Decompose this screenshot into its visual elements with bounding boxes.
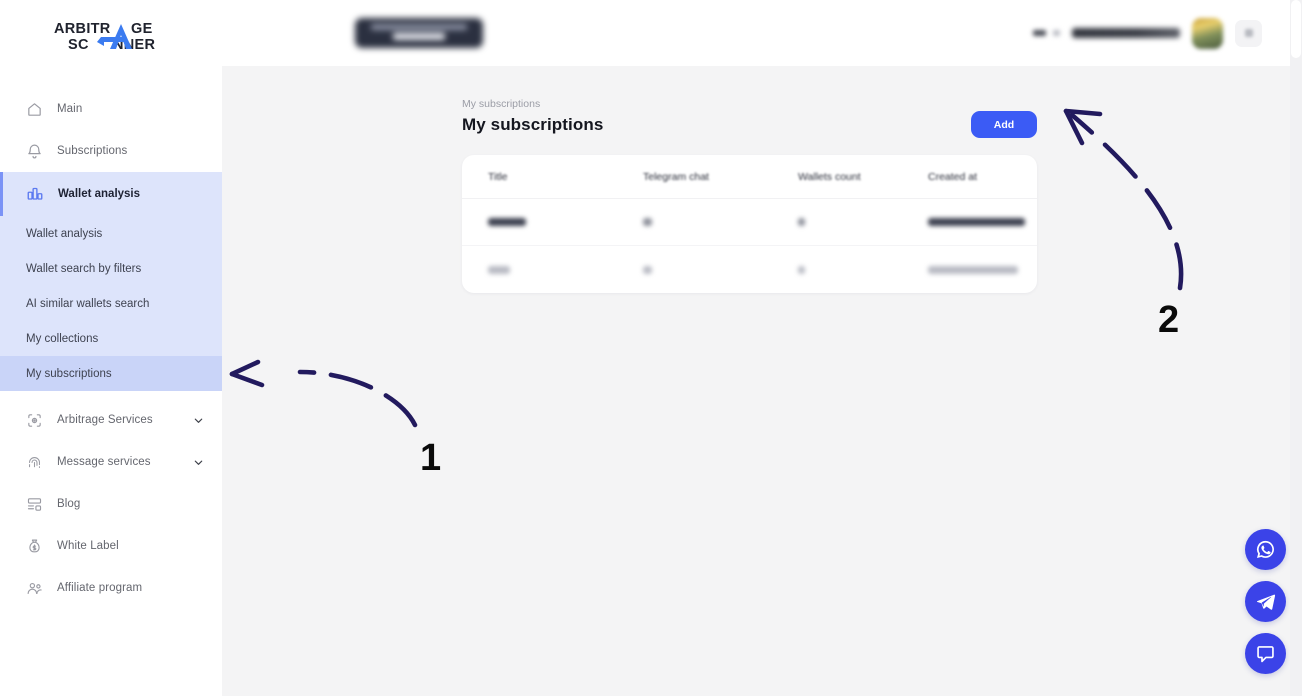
- sidebar-item-white-label[interactable]: White Label: [0, 525, 222, 567]
- sidebar-group-wallet-analysis: Wallet analysis Wallet analysis Wallet s…: [0, 172, 222, 391]
- sidebar-item-label: Subscriptions: [57, 145, 128, 157]
- cell-telegram-chat: [643, 265, 798, 274]
- floating-action-buttons: [1245, 529, 1286, 674]
- add-button[interactable]: Add: [971, 111, 1037, 138]
- cell-created-at: [928, 265, 1037, 274]
- whatsapp-icon: [1256, 540, 1274, 558]
- sidebar-subitem-my-collections[interactable]: My collections: [0, 321, 222, 356]
- sidebar: ARBITR GE SC NNER Main Subscriptions Wal…: [0, 0, 222, 696]
- sidebar-item-label: Affiliate program: [57, 582, 143, 594]
- cell-title: [488, 265, 643, 274]
- cell-wallets-count: [798, 265, 928, 274]
- telegram-icon: [1256, 594, 1276, 610]
- sidebar-subitem-label: AI similar wallets search: [26, 297, 150, 310]
- cell-telegram-chat: [643, 218, 798, 226]
- sidebar-item-message-services[interactable]: Message services: [0, 441, 222, 483]
- sidebar-item-label: Message services: [57, 456, 151, 468]
- table-header-row: Title Telegram chat Wallets count Create…: [462, 155, 1037, 199]
- fingerprint-icon: [26, 454, 43, 471]
- cell-created-at: [928, 218, 1037, 226]
- column-header-created-at: Created at: [928, 170, 978, 183]
- svg-text:GE: GE: [131, 21, 153, 37]
- home-icon: [26, 101, 43, 118]
- svg-text:SC: SC: [68, 37, 89, 53]
- sidebar-subitem-wallet-analysis[interactable]: Wallet analysis: [0, 216, 222, 251]
- language-selector[interactable]: [1033, 30, 1060, 36]
- username-redacted[interactable]: [1072, 28, 1180, 38]
- cell-wallets-count: [798, 218, 928, 226]
- column-header-wallets-count: Wallets count: [798, 170, 861, 183]
- column-header-telegram-chat: Telegram chat: [643, 170, 709, 183]
- top-bar: [222, 0, 1302, 66]
- telegram-fab[interactable]: [1245, 581, 1286, 622]
- sidebar-group-label: Wallet analysis: [58, 188, 141, 200]
- sidebar-item-label: White Label: [57, 540, 119, 552]
- table-row[interactable]: [462, 199, 1037, 246]
- sidebar-item-label: Arbitrage Services: [57, 414, 153, 426]
- sidebar-subitem-label: Wallet analysis: [26, 227, 103, 240]
- logo[interactable]: ARBITR GE SC NNER: [0, 0, 222, 72]
- top-bar-right: [1033, 17, 1262, 49]
- page-header: My subscriptions My subscriptions Add: [462, 98, 1037, 138]
- scan-eye-icon: [26, 412, 43, 429]
- chevron-down-icon[interactable]: [193, 457, 204, 468]
- chevron-down-icon[interactable]: [193, 415, 204, 426]
- page-title: My subscriptions: [462, 115, 604, 134]
- avatar[interactable]: [1192, 17, 1223, 49]
- chat-bubble-icon: [1257, 646, 1274, 663]
- sidebar-subitem-wallet-search-by-filters[interactable]: Wallet search by filters: [0, 251, 222, 286]
- logo-icon: ARBITR GE SC NNER: [54, 21, 155, 53]
- sidebar-item-blog[interactable]: Blog: [0, 483, 222, 525]
- sidebar-nav: Main Subscriptions Wallet analysis Walle…: [0, 72, 222, 609]
- sidebar-subitem-label: Wallet search by filters: [26, 262, 142, 275]
- cell-title: [488, 218, 643, 226]
- scrollbar-thumb[interactable]: [1291, 0, 1301, 58]
- money-bag-icon: [26, 538, 43, 555]
- sidebar-item-arbitrage-services[interactable]: Arbitrage Services: [0, 399, 222, 441]
- page-content: My subscriptions My subscriptions Add Ti…: [222, 66, 1302, 293]
- sidebar-item-subscriptions[interactable]: Subscriptions: [0, 130, 222, 172]
- sidebar-item-affiliate-program[interactable]: Affiliate program: [0, 567, 222, 609]
- scrollbar-track[interactable]: [1290, 0, 1302, 696]
- subscriptions-table-card: Title Telegram chat Wallets count Create…: [462, 155, 1037, 293]
- bar-chart-icon: [26, 184, 44, 205]
- users-icon: [26, 580, 43, 597]
- sidebar-subitem-ai-similar-wallets-search[interactable]: AI similar wallets search: [0, 286, 222, 321]
- top-bar-action-button[interactable]: [1235, 19, 1262, 47]
- sidebar-subitem-my-subscriptions[interactable]: My subscriptions: [0, 356, 222, 391]
- chat-fab[interactable]: [1245, 633, 1286, 674]
- sidebar-item-main[interactable]: Main: [0, 88, 222, 130]
- sidebar-subitem-label: My subscriptions: [26, 367, 112, 380]
- sidebar-item-label: Blog: [57, 498, 81, 510]
- breadcrumb: My subscriptions: [462, 98, 541, 110]
- sidebar-group-header[interactable]: Wallet analysis: [0, 172, 222, 216]
- svg-text:ARBITR: ARBITR: [54, 21, 111, 37]
- column-header-title: Title: [488, 170, 508, 183]
- sidebar-item-label: Main: [57, 103, 83, 115]
- sidebar-subitem-label: My collections: [26, 332, 99, 345]
- bell-icon: [26, 143, 43, 160]
- main-area: My subscriptions My subscriptions Add Ti…: [222, 0, 1302, 696]
- whatsapp-fab[interactable]: [1245, 529, 1286, 570]
- promo-badge-redacted[interactable]: [355, 18, 483, 48]
- blog-icon: [26, 496, 43, 513]
- table-row[interactable]: [462, 246, 1037, 293]
- app-root: ARBITR GE SC NNER Main Subscriptions Wal…: [0, 0, 1302, 696]
